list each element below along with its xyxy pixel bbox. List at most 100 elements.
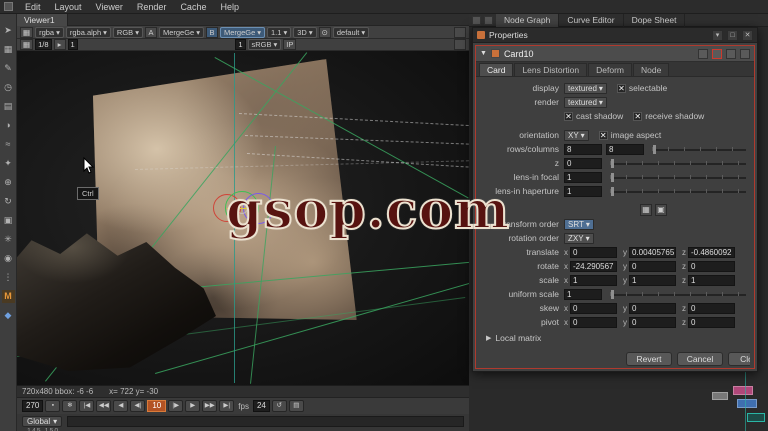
translate-x-field[interactable]: 0 bbox=[570, 246, 617, 258]
next-keyframe-button[interactable]: ▶▶ bbox=[202, 400, 218, 412]
channel-set-button[interactable] bbox=[698, 48, 708, 59]
skew-y-field[interactable]: 0 bbox=[629, 302, 676, 314]
tab-curve-editor[interactable]: Curve Editor bbox=[559, 13, 624, 27]
view-mode-dropdown[interactable]: 3D ▾ bbox=[293, 26, 317, 38]
go-to-start-button[interactable]: |◀ bbox=[79, 400, 95, 412]
tab-viewer1[interactable]: Viewer1 bbox=[17, 14, 68, 26]
a-input-button[interactable]: A bbox=[144, 26, 157, 38]
rotate-z-field[interactable]: 0 bbox=[688, 260, 735, 272]
columns-field[interactable]: 8 bbox=[606, 143, 644, 155]
tab-node-graph[interactable]: Node Graph bbox=[496, 13, 560, 27]
viewer-settings-button[interactable] bbox=[454, 26, 466, 38]
frame-a-field[interactable]: 1 bbox=[67, 39, 78, 50]
dock-icon[interactable] bbox=[472, 15, 481, 25]
display-dropdown[interactable]: textured ▾ bbox=[564, 82, 607, 94]
views-tool-icon[interactable]: ◉ bbox=[2, 252, 15, 265]
receive-shadow-checkbox[interactable]: ✕ receive shadow bbox=[633, 111, 704, 121]
properties-title-bar[interactable]: Properties ▾ □ ✕ bbox=[473, 28, 757, 43]
transform-order-dropdown[interactable]: SRT ▾ bbox=[564, 218, 594, 230]
node-color-button[interactable] bbox=[712, 48, 722, 59]
local-matrix-row[interactable]: ▶ Local matrix bbox=[480, 333, 750, 343]
tab-deform[interactable]: Deform bbox=[588, 63, 633, 76]
frame-increment-field[interactable]: 10 bbox=[147, 400, 167, 412]
translate-z-field[interactable]: -0.4860092 bbox=[688, 246, 735, 258]
scale-z-field[interactable]: 1 bbox=[688, 274, 735, 286]
frame-range-slider[interactable] bbox=[67, 416, 464, 427]
play-backward-button[interactable]: ◀ bbox=[113, 400, 129, 412]
proxy-dropdown[interactable]: default ▾ bbox=[332, 26, 370, 38]
menu-layout[interactable]: Layout bbox=[48, 0, 89, 14]
loop-mode-button[interactable]: ↺ bbox=[271, 400, 287, 412]
skew-z-field[interactable]: 0 bbox=[688, 302, 735, 314]
rows-field[interactable]: 8 bbox=[564, 143, 602, 155]
scale-x-field[interactable]: 1 bbox=[570, 274, 617, 286]
lens-in-focal-slider[interactable] bbox=[610, 172, 746, 182]
b-input-button[interactable]: B bbox=[205, 26, 218, 38]
a-node-dropdown[interactable]: MergeGe ▾ bbox=[158, 26, 204, 38]
rotate-x-field[interactable]: -24.290567 bbox=[570, 260, 617, 272]
menu-viewer[interactable]: Viewer bbox=[89, 0, 130, 14]
step-back-button[interactable]: ◀| bbox=[130, 400, 146, 412]
skew-x-field[interactable]: 0 bbox=[570, 302, 617, 314]
roi-grid-icon[interactable]: ▦ bbox=[20, 39, 34, 50]
graph-node-pink[interactable] bbox=[733, 386, 753, 395]
play-direction-icon[interactable]: ▸ bbox=[53, 39, 66, 50]
lens-in-focal-field[interactable]: 1 bbox=[564, 171, 602, 183]
graph-node-blue[interactable] bbox=[737, 399, 757, 408]
lock-icon[interactable]: ▪ bbox=[45, 400, 61, 412]
transform-tool-icon[interactable]: ↻ bbox=[2, 195, 15, 208]
select-tool-icon[interactable]: ➤ bbox=[2, 24, 15, 37]
scale-y-field[interactable]: 1 bbox=[629, 274, 676, 286]
draw-tool-icon[interactable]: ✎ bbox=[2, 62, 15, 75]
b-node-dropdown[interactable]: MergeGe ▾ bbox=[219, 26, 266, 38]
gain-control[interactable]: 1.1 ▾ bbox=[267, 26, 292, 38]
lens-in-haperture-slider[interactable] bbox=[610, 186, 746, 196]
display-mode-dropdown[interactable]: RGB ▾ bbox=[112, 26, 143, 38]
keyer-tool-icon[interactable]: ✦ bbox=[2, 157, 15, 170]
graph-node-gray[interactable] bbox=[712, 392, 728, 400]
node-header[interactable]: ▼ Card10 bbox=[476, 46, 754, 62]
tab-card[interactable]: Card bbox=[479, 63, 514, 76]
dock-icon[interactable] bbox=[484, 15, 493, 25]
time-tool-icon[interactable]: ◷ bbox=[2, 81, 15, 94]
current-frame-field[interactable]: 270 bbox=[22, 400, 44, 412]
fps-field[interactable]: 24 bbox=[252, 400, 270, 412]
downrez-field[interactable]: 1/8 bbox=[35, 39, 52, 50]
selectable-checkbox[interactable]: ✕ selectable bbox=[616, 83, 667, 93]
snap-menu-icon[interactable]: ▦ bbox=[640, 204, 652, 216]
color-tool-icon[interactable]: ◑ bbox=[2, 119, 15, 132]
3d-tool-icon[interactable]: ▣ bbox=[2, 214, 15, 227]
viewer-extra-button[interactable] bbox=[454, 39, 466, 50]
axis-menu-icon[interactable]: ▣ bbox=[655, 204, 667, 216]
pivot-y-field[interactable]: 0 bbox=[629, 316, 676, 328]
rotation-order-dropdown[interactable]: ZXY ▾ bbox=[564, 232, 594, 244]
menu-render[interactable]: Render bbox=[130, 0, 174, 14]
prev-keyframe-button[interactable]: ◀◀ bbox=[96, 400, 112, 412]
menu-cache[interactable]: Cache bbox=[173, 0, 213, 14]
node-color-swatch[interactable] bbox=[490, 49, 500, 58]
float-panel-icon[interactable]: □ bbox=[727, 29, 738, 41]
menu-edit[interactable]: Edit bbox=[18, 0, 48, 14]
step-forward-button[interactable]: |▶ bbox=[168, 400, 184, 412]
z-slider[interactable] bbox=[610, 158, 746, 168]
other-tool-icon[interactable]: ⋮ bbox=[2, 271, 15, 284]
snowflake-icon[interactable]: ❄ bbox=[62, 400, 78, 412]
render-dropdown[interactable]: textured ▾ bbox=[564, 96, 607, 108]
help-button[interactable] bbox=[740, 48, 750, 59]
cast-shadow-checkbox[interactable]: ✕ cast shadow bbox=[564, 111, 623, 121]
center-node-button[interactable] bbox=[726, 48, 736, 59]
particles-tool-icon[interactable]: ✳ bbox=[2, 233, 15, 246]
graph-node-teal[interactable] bbox=[747, 413, 765, 422]
pivot-z-field[interactable]: 0 bbox=[688, 316, 735, 328]
menu-help[interactable]: Help bbox=[213, 0, 246, 14]
frame-b-field[interactable]: 1 bbox=[235, 39, 246, 50]
uniform-scale-slider[interactable] bbox=[610, 289, 746, 299]
close-button[interactable]: Close bbox=[728, 352, 750, 366]
layout-grid-icon[interactable]: ▦ bbox=[20, 26, 34, 38]
z-field[interactable]: 0 bbox=[564, 157, 602, 169]
collapse-icon[interactable]: ▼ bbox=[480, 50, 487, 57]
close-panel-icon[interactable]: ✕ bbox=[742, 29, 753, 41]
tab-node[interactable]: Node bbox=[633, 63, 670, 76]
merge-tool-icon[interactable]: ⊕ bbox=[2, 176, 15, 189]
cancel-button[interactable]: Cancel bbox=[677, 352, 723, 366]
